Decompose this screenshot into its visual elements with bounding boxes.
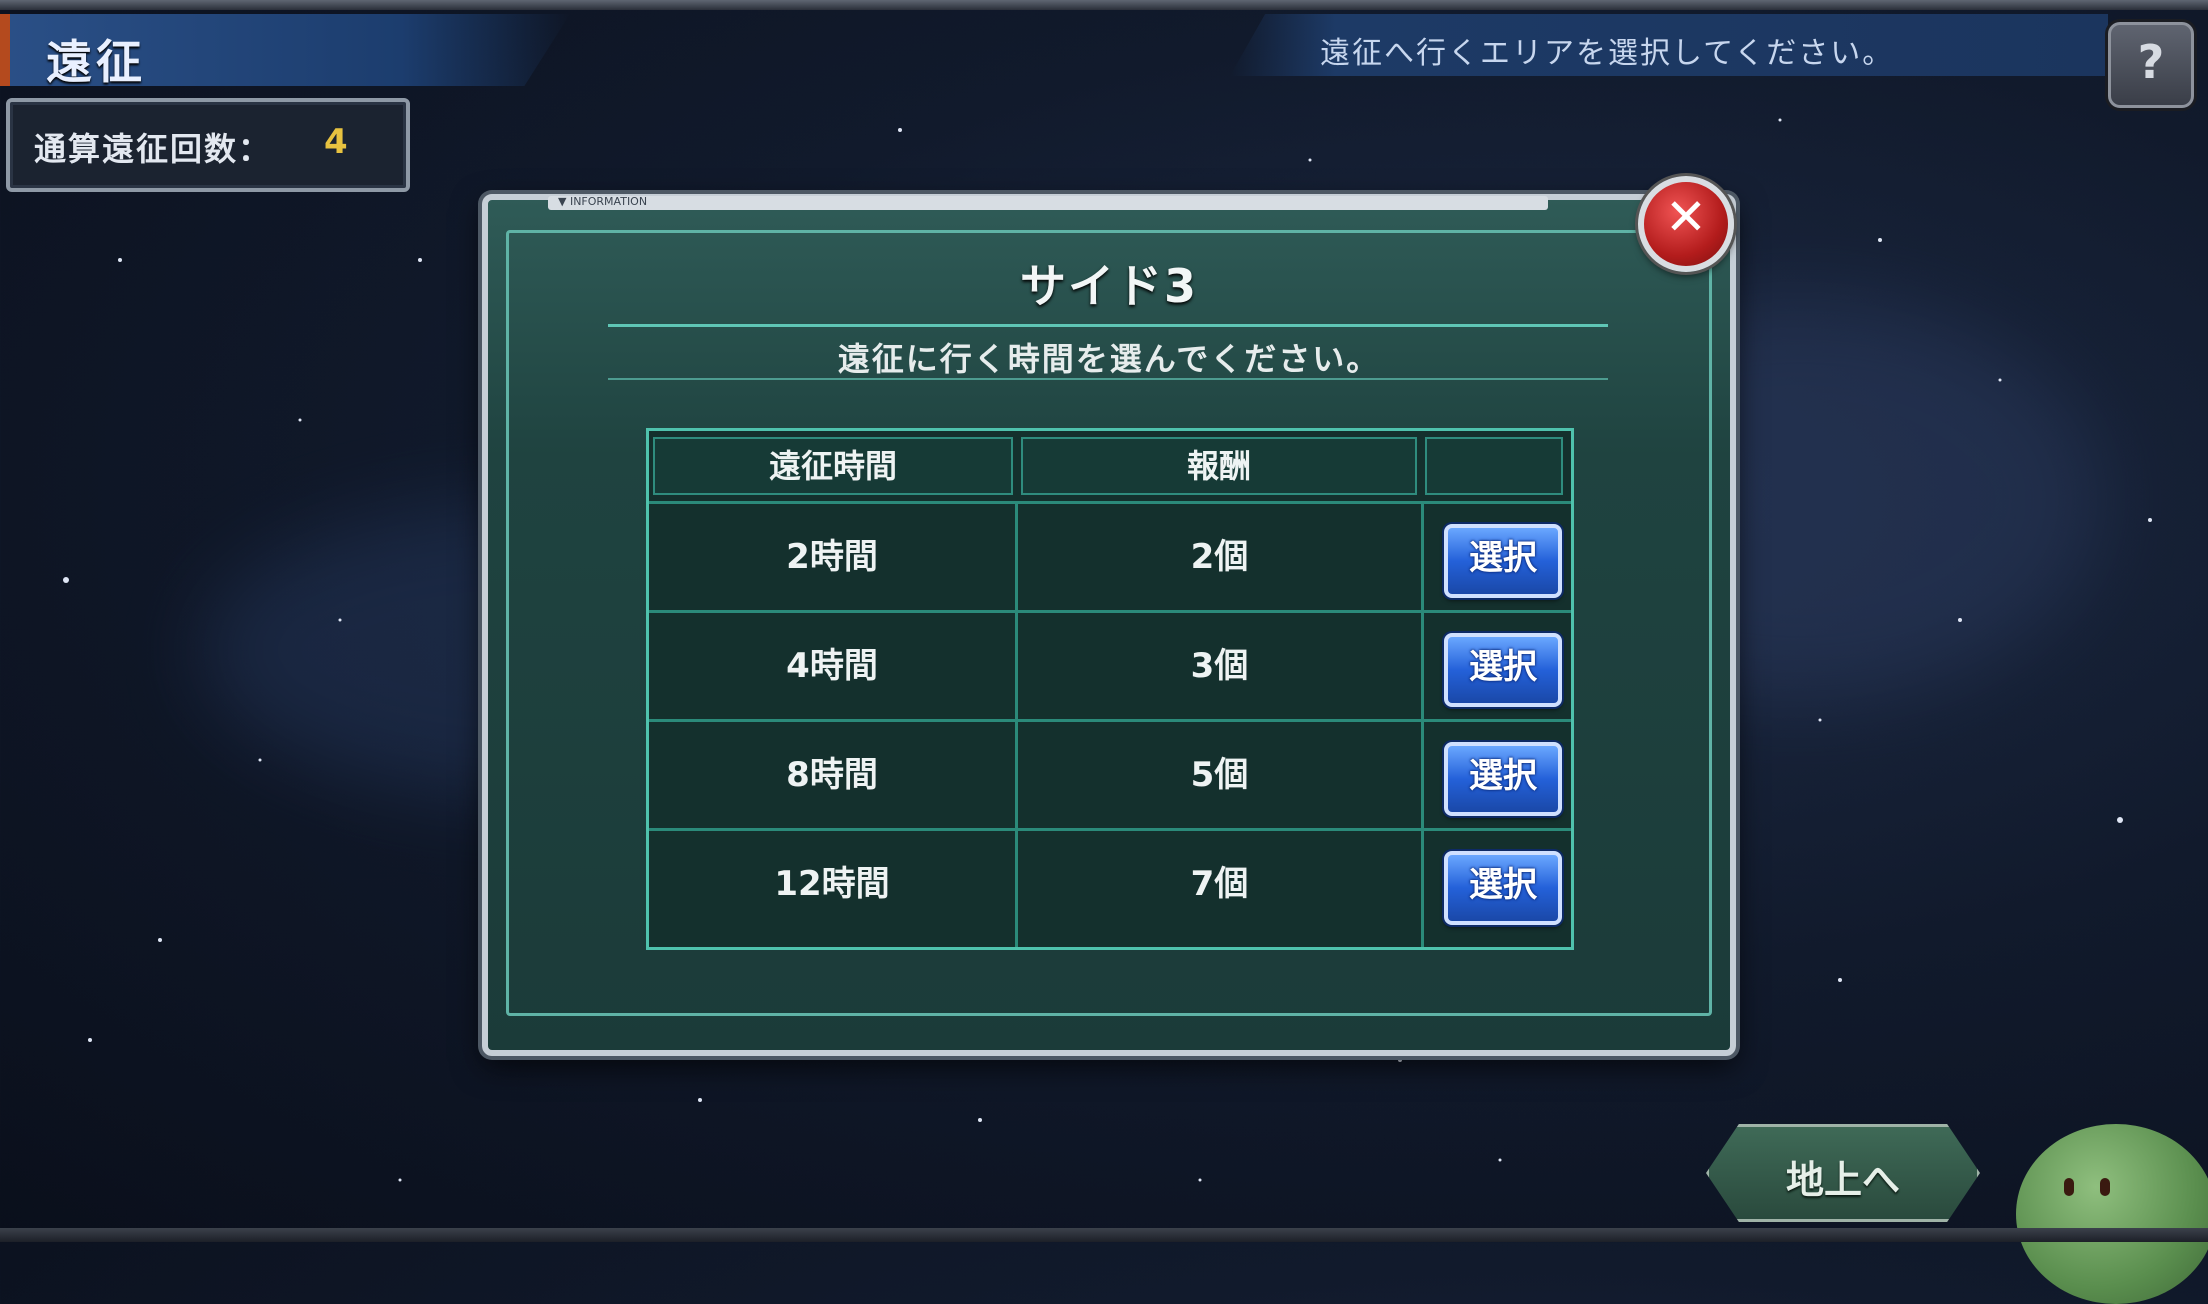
reward-cell: 5個	[1190, 755, 1249, 795]
top-frame-line	[0, 0, 2208, 10]
select-button[interactable]: 選択	[1444, 851, 1562, 925]
select-button[interactable]: 選択	[1444, 742, 1562, 816]
screen-title-bar: 遠征	[0, 14, 570, 86]
expedition-time-table: 遠征時間 報酬 2時間 2個 選択 4時間 3個 選択 8時間 5個 選択 12…	[646, 428, 1574, 950]
instruction-bar: 遠征へ行くエリアを選択してください。	[1230, 14, 2108, 76]
select-button[interactable]: 選択	[1444, 524, 1562, 598]
column-header-time: 遠征時間	[653, 437, 1013, 495]
table-row: 4時間 3個 選択	[649, 610, 1571, 719]
haro-eye	[2064, 1178, 2074, 1196]
subtitle-divider-bottom	[608, 378, 1608, 380]
table-header: 遠征時間 報酬	[649, 431, 1571, 501]
table-row: 8時間 5個 選択	[649, 719, 1571, 828]
dialog-title: サイド3	[1019, 259, 1198, 313]
help-button[interactable]: ?	[2108, 22, 2194, 108]
expedition-count-value: 4	[324, 122, 348, 162]
information-tag: ▼ INFORMATION	[558, 195, 648, 208]
time-cell: 4時間	[786, 646, 878, 686]
column-header-action	[1425, 437, 1563, 495]
select-button[interactable]: 選択	[1444, 633, 1562, 707]
bottom-frame-line	[0, 1228, 2208, 1242]
table-row: 2時間 2個 選択	[649, 501, 1571, 610]
expedition-time-dialog: ▼ INFORMATION ✕ サイド3 遠征に行く時間を選んでください。 遠征…	[482, 176, 1736, 1056]
reward-cell: 3個	[1190, 646, 1249, 686]
time-cell: 12時間	[774, 864, 890, 904]
go-to-ground-label: 地上へ	[1785, 1158, 1900, 1202]
time-cell: 2時間	[786, 537, 878, 577]
table-row: 12時間 7個 選択	[649, 828, 1571, 937]
haro-mascot-icon	[2016, 1124, 2208, 1304]
reward-cell: 2個	[1190, 537, 1249, 577]
dialog-subtitle: 遠征に行く時間を選んでください。	[837, 340, 1381, 378]
expedition-count-label: 通算遠征回数：	[34, 130, 273, 168]
subtitle-divider	[608, 324, 1608, 327]
close-icon: ✕	[1665, 188, 1707, 246]
information-strip: ▼ INFORMATION	[548, 195, 1548, 210]
question-icon: ?	[2137, 35, 2165, 89]
reward-cell: 7個	[1190, 864, 1249, 904]
expedition-count-panel: 通算遠征回数： 4	[6, 98, 410, 192]
instruction-text: 遠征へ行くエリアを選択してください。	[1320, 36, 1895, 71]
column-header-reward: 報酬	[1021, 437, 1417, 495]
go-to-ground-button[interactable]: 地上へ	[1706, 1124, 1980, 1222]
time-cell: 8時間	[786, 755, 878, 795]
screen-title: 遠征	[46, 35, 146, 89]
haro-eye	[2100, 1178, 2110, 1196]
